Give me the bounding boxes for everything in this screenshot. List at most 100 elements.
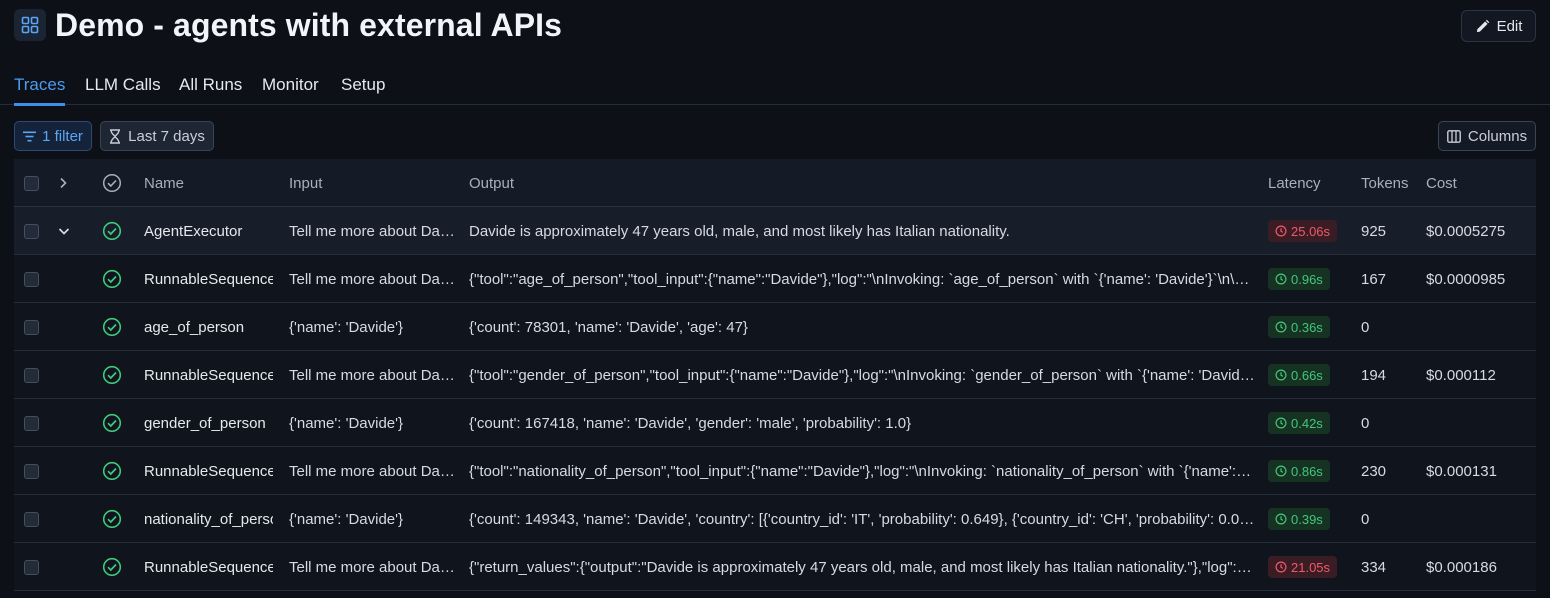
expand-all-icon[interactable]: [58, 159, 76, 207]
row-checkbox[interactable]: [24, 223, 39, 239]
latency-value: 0.42s: [1291, 415, 1323, 431]
latency-badge: 0.96s: [1268, 268, 1330, 290]
tab-traces[interactable]: Traces: [14, 75, 66, 106]
tab-monitor[interactable]: Monitor: [262, 75, 319, 105]
table-row[interactable]: gender_of_person {'name': 'Davide'} {'coun…: [14, 399, 1536, 447]
success-check-icon: [102, 303, 124, 351]
column-header-latency[interactable]: Latency: [1268, 159, 1348, 207]
tab-setup[interactable]: Setup: [341, 75, 385, 105]
columns-button[interactable]: Columns: [1438, 121, 1536, 151]
clock-icon: [1275, 513, 1287, 525]
row-tokens: 167: [1361, 270, 1387, 288]
row-checkbox[interactable]: [24, 559, 39, 575]
edit-button[interactable]: Edit: [1461, 10, 1536, 42]
latency-badge: 0.36s: [1268, 316, 1330, 338]
filter-button-label: 1 filter: [42, 127, 83, 145]
row-input: Tell me more about Davide: [289, 558, 455, 576]
row-input: Tell me more about Davide: [289, 366, 455, 384]
row-checkbox[interactable]: [24, 367, 39, 383]
chevron-down-icon[interactable]: [58, 207, 76, 255]
row-tokens: 334: [1361, 558, 1387, 576]
success-check-icon: [102, 255, 124, 303]
clock-icon: [1275, 369, 1287, 381]
column-header-name[interactable]: Name: [144, 159, 273, 207]
table-header: Name Input Output Latency Tokens Cost: [14, 159, 1536, 207]
row-cost: $0.000186: [1426, 558, 1497, 576]
row-output: {"return_values":{"output":"Davide is ap…: [469, 558, 1255, 576]
column-header-cost[interactable]: Cost: [1426, 159, 1536, 207]
table-row[interactable]: nationality_of_person {'name': 'Davide'} {…: [14, 495, 1536, 543]
row-cost: $0.0005275: [1426, 222, 1506, 240]
latency-badge: 0.39s: [1268, 508, 1330, 530]
row-checkbox[interactable]: [24, 271, 39, 287]
latency-badge: 0.66s: [1268, 364, 1330, 386]
clock-icon: [1275, 321, 1287, 333]
clock-icon: [1275, 561, 1287, 573]
select-all-checkbox[interactable]: [24, 175, 39, 191]
row-checkbox[interactable]: [24, 511, 39, 527]
row-cost: $0.000131: [1426, 462, 1497, 480]
row-input: Tell me more about Davide: [289, 222, 455, 240]
table-row[interactable]: RunnableSequence Tell me more about David…: [14, 255, 1536, 303]
latency-badge: 0.86s: [1268, 460, 1330, 482]
row-name: nationality_of_person: [144, 510, 273, 528]
table-row[interactable]: age_of_person {'name': 'Davide'} {'count':…: [14, 303, 1536, 351]
latency-badge: 21.05s: [1268, 556, 1338, 578]
time-range-label: Last 7 days: [128, 127, 205, 145]
latency-badge: 0.42s: [1268, 412, 1330, 434]
columns-button-label: Columns: [1467, 127, 1528, 145]
row-output: {"tool":"age_of_person","tool_input":{"n…: [469, 270, 1255, 288]
row-output: {'count': 167418, 'name': 'Davide', 'gen…: [469, 414, 912, 432]
hourglass-icon: [109, 128, 121, 144]
table-row[interactable]: RunnableSequence Tell me more about David…: [14, 351, 1536, 399]
row-input: Tell me more about Davide: [289, 462, 455, 480]
clock-icon: [1275, 225, 1287, 237]
clock-icon: [1275, 273, 1287, 285]
table-row[interactable]: RunnableSequence Tell me more about David…: [14, 447, 1536, 495]
row-checkbox[interactable]: [24, 319, 39, 335]
row-output: {"tool":"nationality_of_person","tool_in…: [469, 462, 1255, 480]
latency-value: 25.06s: [1291, 223, 1331, 239]
table-row[interactable]: AgentExecutor Tell me more about Davide Da…: [14, 207, 1536, 255]
row-cost: $0.000112: [1426, 366, 1496, 384]
column-header-input[interactable]: Input: [289, 159, 455, 207]
status-column-icon: [102, 159, 124, 207]
row-checkbox[interactable]: [24, 415, 39, 431]
row-tokens: 925: [1361, 222, 1387, 240]
column-header-output[interactable]: Output: [469, 159, 1255, 207]
latency-value: 21.05s: [1291, 559, 1331, 575]
row-tokens: 230: [1361, 462, 1387, 480]
row-tokens: 194: [1361, 366, 1387, 384]
edit-button-label: Edit: [1496, 17, 1523, 35]
table-row[interactable]: RunnableSequence Tell me more about David…: [14, 543, 1536, 591]
pencil-icon: [1475, 19, 1490, 34]
tab-llm-calls[interactable]: LLM Calls: [85, 75, 161, 105]
row-cost: [1426, 303, 1536, 351]
filter-button[interactable]: 1 filter: [14, 121, 92, 151]
time-range-button[interactable]: Last 7 days: [100, 121, 214, 151]
column-header-tokens[interactable]: Tokens: [1361, 159, 1419, 207]
clock-icon: [1275, 465, 1287, 477]
row-output: {"tool":"gender_of_person","tool_input":…: [469, 366, 1255, 384]
latency-value: 0.86s: [1291, 463, 1323, 479]
tab-all-runs[interactable]: All Runs: [179, 75, 242, 105]
clock-icon: [1275, 417, 1287, 429]
success-check-icon: [102, 495, 124, 543]
row-checkbox[interactable]: [24, 463, 39, 479]
success-check-icon: [102, 399, 124, 447]
grid-icon: [14, 9, 46, 41]
row-name: RunnableSequence: [144, 462, 273, 480]
success-check-icon: [102, 351, 124, 399]
row-output: {'count': 149343, 'name': 'Davide', 'cou…: [469, 510, 1255, 528]
latency-value: 0.66s: [1291, 367, 1323, 383]
row-name: RunnableSequence: [144, 558, 273, 576]
row-input: {'name': 'Davide'}: [289, 318, 404, 336]
success-check-icon: [102, 207, 124, 255]
row-name: age_of_person: [144, 318, 245, 336]
latency-value: 0.36s: [1291, 319, 1323, 335]
row-output: {'count': 78301, 'name': 'Davide', 'age'…: [469, 318, 748, 336]
row-name: AgentExecutor: [144, 222, 243, 240]
row-input: Tell me more about Davide: [289, 270, 455, 288]
row-cost: [1426, 495, 1536, 543]
tab-bar: Traces LLM Calls All Runs Monitor Setup: [0, 64, 1550, 106]
